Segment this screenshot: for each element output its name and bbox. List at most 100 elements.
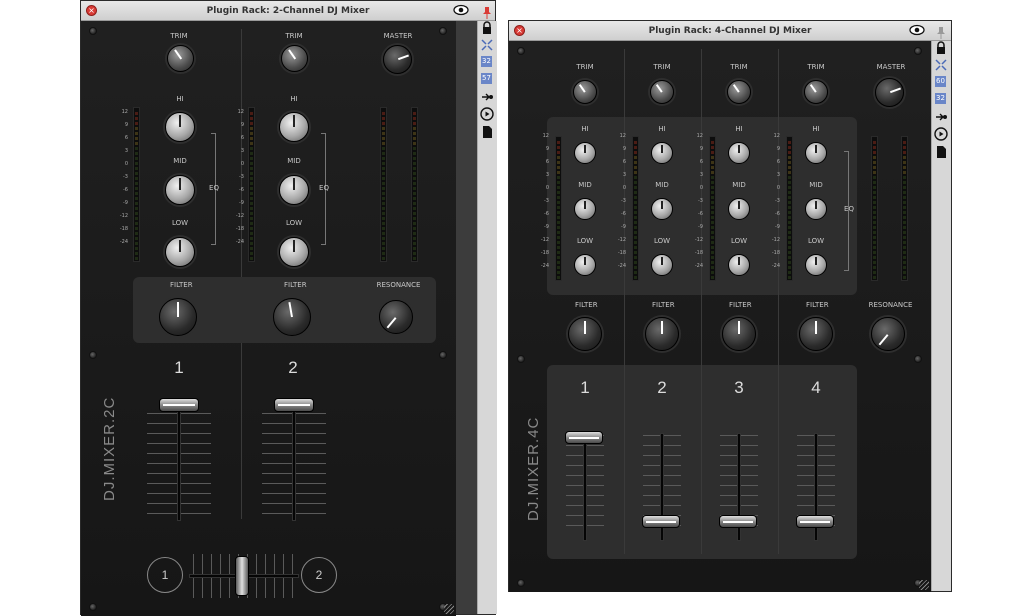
badge-32[interactable]: 32 — [935, 93, 946, 104]
trim-knob-2[interactable] — [281, 45, 308, 72]
trim-knob-4[interactable] — [804, 80, 828, 104]
arrow-icon[interactable] — [480, 90, 494, 104]
meter-segment — [250, 137, 253, 140]
filter-knob-1[interactable] — [159, 298, 197, 336]
level-meter-3 — [709, 136, 716, 281]
meter-segment — [788, 251, 791, 254]
meter-segment — [413, 217, 416, 220]
meter-segment — [250, 257, 253, 260]
badge-60[interactable]: 60 — [935, 76, 946, 87]
eye-icon[interactable] — [453, 4, 469, 16]
badge-32[interactable]: 32 — [481, 56, 492, 67]
mid-knob-1[interactable] — [165, 175, 195, 205]
volume-fader-4[interactable] — [796, 515, 834, 528]
filter-label-2: FILTER — [284, 281, 307, 289]
meter-segment — [788, 241, 791, 244]
mid-knob-4[interactable] — [805, 198, 827, 220]
expand-icon[interactable] — [934, 58, 948, 72]
volume-fader-2[interactable] — [274, 398, 314, 412]
mid-knob-3[interactable] — [728, 198, 750, 220]
hi-knob-2[interactable] — [651, 142, 673, 164]
low-knob-3[interactable] — [728, 254, 750, 276]
level-meter-4 — [786, 136, 793, 281]
meter-segment — [873, 171, 876, 174]
master-knob[interactable] — [875, 78, 904, 107]
meter-segment — [711, 236, 714, 239]
meter-segment — [382, 147, 385, 150]
meter-tick: 12 — [619, 133, 626, 139]
trim-knob-1[interactable] — [573, 80, 597, 104]
meter-tick: 6 — [124, 135, 128, 141]
low-knob-4[interactable] — [805, 254, 827, 276]
meter-segment — [873, 231, 876, 234]
titlebar[interactable]: × Plugin Rack: 4-Channel DJ Mixer — [509, 21, 951, 41]
document-icon[interactable] — [480, 125, 494, 139]
resize-grip[interactable] — [919, 580, 929, 590]
hi-knob-1[interactable] — [574, 142, 596, 164]
eye-icon[interactable] — [909, 24, 925, 36]
meter-segment — [903, 166, 906, 169]
filter-knob-2[interactable] — [645, 317, 679, 351]
meter-tick: -24 — [694, 263, 703, 269]
meter-segment — [903, 186, 906, 189]
meter-segment — [382, 202, 385, 205]
mid-knob-2[interactable] — [279, 175, 309, 205]
hi-knob-1[interactable] — [165, 112, 195, 142]
resonance-knob[interactable] — [871, 317, 905, 351]
meter-segment — [250, 247, 253, 250]
filter-knob-3[interactable] — [722, 317, 756, 351]
pin-icon[interactable] — [480, 6, 494, 20]
close-icon[interactable]: × — [86, 5, 97, 16]
meter-tick: -12 — [694, 237, 703, 243]
meter-segment — [873, 196, 876, 199]
resize-grip[interactable] — [444, 604, 454, 614]
crossfader[interactable] — [235, 556, 249, 596]
meter-segment — [903, 161, 906, 164]
resonance-knob[interactable] — [379, 300, 413, 334]
trim-knob-1[interactable] — [167, 45, 194, 72]
meter-tick: 9 — [240, 122, 244, 128]
play-icon[interactable] — [480, 107, 494, 121]
meter-tick: -9 — [775, 224, 780, 230]
lock-icon[interactable] — [934, 41, 948, 55]
volume-fader-2[interactable] — [642, 515, 680, 528]
meter-segment — [711, 211, 714, 214]
meter-segment — [413, 237, 416, 240]
volume-fader-1[interactable] — [565, 431, 603, 444]
hi-knob-4[interactable] — [805, 142, 827, 164]
low-knob-1[interactable] — [165, 237, 195, 267]
volume-fader-1[interactable] — [159, 398, 199, 412]
mid-knob-1[interactable] — [574, 198, 596, 220]
meter-segment — [711, 261, 714, 264]
trim-knob-3[interactable] — [727, 80, 751, 104]
low-knob-2[interactable] — [651, 254, 673, 276]
low-knob-2[interactable] — [279, 237, 309, 267]
play-icon[interactable] — [934, 127, 948, 141]
meter-segment — [250, 122, 253, 125]
low-knob-1[interactable] — [574, 254, 596, 276]
filter-knob-1[interactable] — [568, 317, 602, 351]
volume-fader-3[interactable] — [719, 515, 757, 528]
meter-segment — [135, 177, 138, 180]
titlebar[interactable]: × Plugin Rack: 2-Channel DJ Mixer — [81, 1, 495, 21]
meter-tick: -24 — [540, 263, 549, 269]
badge-57[interactable]: 57 — [481, 73, 492, 84]
close-icon[interactable]: × — [514, 25, 525, 36]
meter-segment — [788, 201, 791, 204]
arrow-icon[interactable] — [934, 110, 948, 124]
pin-icon[interactable] — [934, 26, 948, 40]
master-knob[interactable] — [383, 45, 412, 74]
filter-knob-4[interactable] — [799, 317, 833, 351]
mid-knob-2[interactable] — [651, 198, 673, 220]
meter-tick: -12 — [617, 237, 626, 243]
meter-segment — [903, 156, 906, 159]
document-icon[interactable] — [934, 145, 948, 159]
meter-segment — [413, 257, 416, 260]
trim-knob-2[interactable] — [650, 80, 674, 104]
expand-icon[interactable] — [480, 38, 494, 52]
hi-knob-2[interactable] — [279, 112, 309, 142]
mid-label-4: MID — [809, 181, 823, 189]
lock-icon[interactable] — [480, 21, 494, 35]
hi-knob-3[interactable] — [728, 142, 750, 164]
filter-knob-2[interactable] — [273, 298, 311, 336]
